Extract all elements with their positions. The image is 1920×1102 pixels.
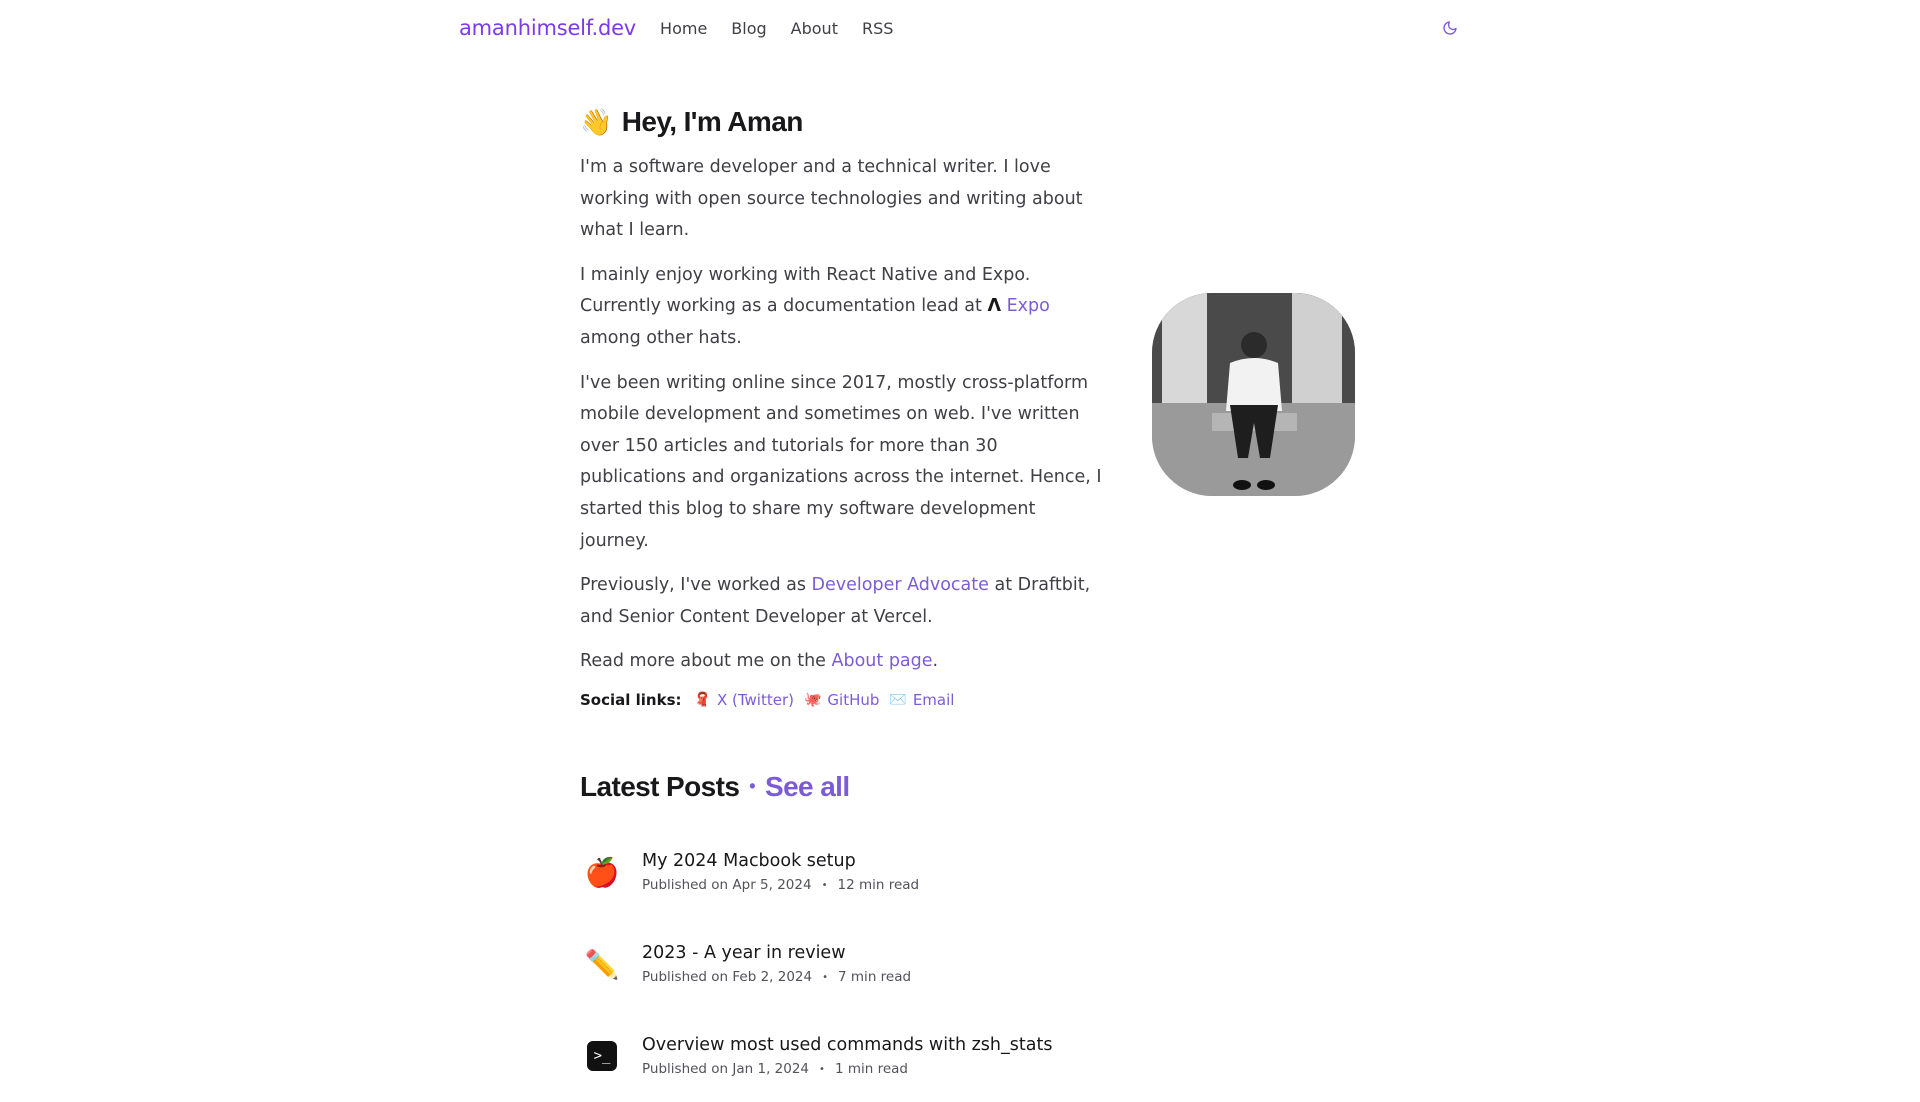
- post-date: Published on Jan 1, 2024: [642, 1061, 810, 1078]
- envelope-icon: ✉️: [889, 691, 907, 708]
- p4-text-before: Previously, I've worked as: [580, 575, 812, 596]
- post-text: 2023 - A year in review Published on Feb…: [642, 943, 911, 985]
- post-date: Published on Feb 2, 2024: [642, 969, 813, 986]
- post-text: My 2024 Macbook setup Published on Apr 5…: [642, 851, 919, 893]
- nav-about[interactable]: About: [791, 19, 838, 38]
- main-nav: Home Blog About RSS: [660, 19, 893, 38]
- post-item[interactable]: ✏️ 2023 - A year in review Published on …: [580, 918, 1360, 1010]
- p5-text-before: Read more about me on the: [580, 651, 832, 672]
- hero-heading: 👋 Hey, I'm Aman: [580, 106, 1360, 138]
- site-logo-link[interactable]: amanhimself.dev: [459, 16, 636, 40]
- terminal-icon-wrap: >_: [580, 1034, 624, 1078]
- theme-toggle-button[interactable]: [1439, 17, 1461, 39]
- nav-blog[interactable]: Blog: [731, 19, 766, 38]
- scarf-icon: 🧣: [693, 691, 711, 708]
- moon-icon: [1443, 21, 1457, 35]
- nav-home[interactable]: Home: [660, 19, 707, 38]
- meta-separator: •: [819, 1063, 825, 1075]
- social-links: Social links: 🧣 X (Twitter) 🐙 GitHub ✉️ Ema…: [580, 691, 1360, 709]
- github-link-label: GitHub: [827, 690, 880, 709]
- hero-title-text: Hey, I'm Aman: [621, 106, 804, 137]
- p5-text-after: .: [932, 651, 939, 672]
- email-link[interactable]: ✉️ Email: [889, 691, 954, 709]
- terminal-icon: >_: [587, 1041, 617, 1072]
- intro-paragraph-1: I'm a software developer and a technical…: [580, 157, 1083, 241]
- post-item[interactable]: >_ Overview most used commands with zsh_…: [580, 1010, 1360, 1102]
- post-date: Published on Apr 5, 2024: [642, 877, 812, 894]
- post-title[interactable]: My 2024 Macbook setup: [642, 851, 919, 871]
- intro-paragraph-5: Read more about me on the About page.: [580, 646, 1102, 678]
- intro-section: I'm a software developer and a technical…: [580, 152, 1102, 678]
- post-item[interactable]: 🍎 My 2024 Macbook setup Published on Apr…: [580, 826, 1360, 918]
- twitter-link-label: X (Twitter): [716, 690, 794, 709]
- post-read-time: 7 min read: [838, 969, 912, 986]
- post-read-time: 1 min read: [834, 1061, 908, 1078]
- post-title[interactable]: 2023 - A year in review: [642, 943, 911, 963]
- post-meta: Published on Apr 5, 2024 • 12 min read: [642, 877, 919, 893]
- meta-separator: •: [821, 879, 828, 891]
- latest-posts-title: Latest Posts: [580, 770, 740, 802]
- post-title[interactable]: Overview most used commands with zsh_sta…: [642, 1035, 1052, 1055]
- latest-posts-heading: Latest Posts • See all: [580, 771, 1360, 803]
- meta-separator: •: [822, 971, 829, 983]
- site-header: amanhimself.dev Home Blog About RSS: [459, 12, 1461, 44]
- profile-photo: [1152, 293, 1355, 496]
- about-page-link[interactable]: About page: [832, 651, 933, 671]
- pencil-icon: ✏️: [584, 947, 620, 981]
- post-read-time: 12 min read: [837, 877, 920, 894]
- twitter-link[interactable]: 🧣 X (Twitter): [694, 691, 794, 709]
- social-links-label: Social links:: [580, 690, 682, 709]
- p2-text-after: among other hats.: [580, 327, 742, 348]
- post-list: 🍎 My 2024 Macbook setup Published on Apr…: [580, 826, 1360, 1102]
- heading-separator: •: [749, 776, 755, 797]
- p2-text-before: I mainly enjoy working with React Native…: [580, 264, 1031, 317]
- post-text: Overview most used commands with zsh_sta…: [642, 1035, 1052, 1077]
- email-link-label: Email: [912, 690, 955, 709]
- intro-paragraph-4: Previously, I've worked as Developer Adv…: [580, 570, 1102, 633]
- post-meta: Published on Feb 2, 2024 • 7 min read: [642, 969, 911, 985]
- main-content: 👋 Hey, I'm Aman I'm a software developer…: [580, 106, 1360, 1102]
- intro-paragraph-3: I've been writing online since 2017, mos…: [580, 372, 1102, 551]
- profile-photo-illustration: [1152, 293, 1355, 496]
- octopus-icon: 🐙: [803, 691, 822, 708]
- apple-icon: 🍎: [584, 855, 620, 889]
- expo-logo-icon: Λ: [987, 296, 1001, 317]
- waving-hand-icon: 👋: [580, 106, 612, 137]
- github-link[interactable]: 🐙 GitHub: [804, 691, 879, 709]
- nav-rss[interactable]: RSS: [862, 19, 893, 38]
- intro-paragraph-2: I mainly enjoy working with React Native…: [580, 260, 1102, 355]
- see-all-link[interactable]: See all: [765, 771, 850, 803]
- expo-link[interactable]: Expo: [1007, 296, 1050, 316]
- developer-advocate-link[interactable]: Developer Advocate: [812, 575, 989, 595]
- post-meta: Published on Jan 1, 2024 • 1 min read: [642, 1061, 1052, 1077]
